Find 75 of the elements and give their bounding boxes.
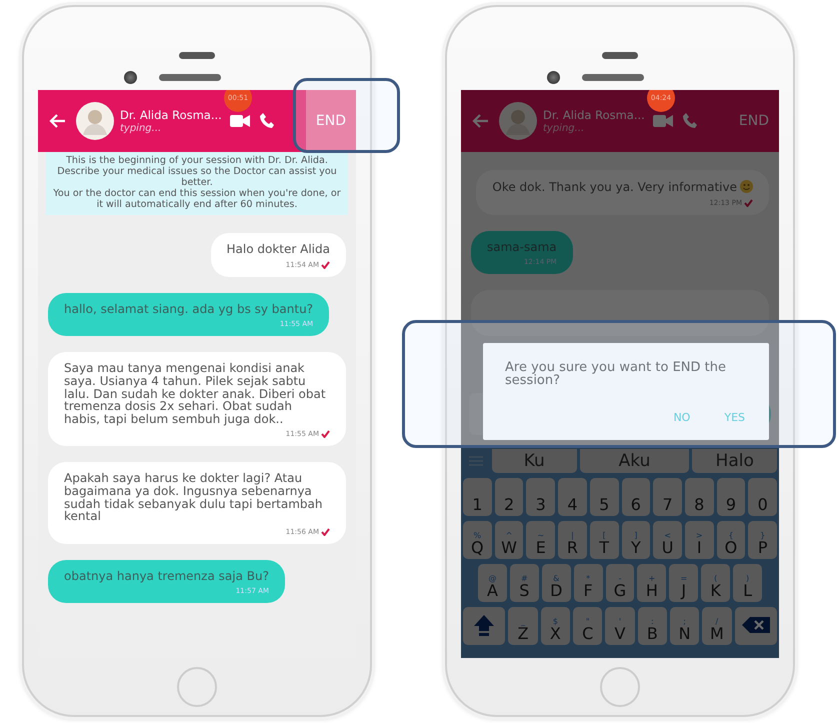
doctor-name: Dr. Alida Rosma... [120, 108, 222, 123]
keyboard-key[interactable]: 6 [622, 478, 650, 516]
keyboard-key[interactable]: [ T [590, 521, 619, 559]
message-text: hallo, selamat siang. ada yg bs sy bantu? [64, 302, 314, 316]
suggestion-key[interactable]: Ku [492, 449, 577, 473]
phone-icon[interactable] [260, 113, 274, 129]
keyboard-key[interactable]: ~ E [526, 521, 556, 559]
keyboard-key[interactable]: ^ W [494, 521, 524, 559]
suggestion-key[interactable]: Halo [692, 449, 777, 473]
earpiece [582, 74, 644, 81]
back-arrow-icon[interactable] [48, 113, 66, 129]
video-camera-icon[interactable] [230, 114, 250, 128]
keyboard-key[interactable]: 2 [494, 478, 524, 516]
shift-key[interactable] [463, 607, 506, 645]
keyboard-key[interactable]: 4 [558, 478, 587, 516]
keyboard-key[interactable]: + H [637, 564, 666, 602]
camera-lens [546, 71, 560, 84]
keyboard-key[interactable]: & D [542, 564, 571, 602]
message-text: obatnya hanya tremenza saja Bu? [64, 570, 269, 582]
keyboard-key[interactable]: 5 [590, 478, 619, 516]
keyboard-key[interactable]: @ A [478, 564, 507, 602]
keyboard-key[interactable]: / M [702, 607, 732, 645]
back-arrow-icon[interactable] [471, 113, 489, 129]
keyboard-key[interactable]: ( K [701, 564, 730, 602]
keyboard-key[interactable]: = J [669, 564, 698, 602]
keyboard-key[interactable]: } P [748, 521, 778, 559]
dialog-button[interactable]: YES [720, 409, 749, 426]
message-text: Saya mau tanya mengenai kondisi anak saya. Usianya 4 tahun. Pilek sejak sabtu lalu. Dan sudah ke dokter anak. Diberi obat tremenza dosis 2x sehari. Obat sudah habis, tapi belum sembuh juga dok.. [64, 362, 327, 426]
keyboard-key[interactable]: ) L [733, 564, 762, 602]
doctor-name: Dr. Alida Rosma... [543, 108, 645, 123]
keyboard-key[interactable]: - G [606, 564, 634, 602]
shift-arrow-icon [473, 614, 496, 636]
keyboard-key[interactable]: { O [716, 521, 746, 559]
speaker-grille [602, 52, 638, 59]
end-session-button[interactable]: END [728, 90, 779, 152]
speaker-grille [179, 52, 215, 59]
keyboard-key[interactable]: 3 [526, 478, 556, 516]
session-notice: This is the beginning of your session with Dr. Dr. Alida. Describe your medical issues so the Doctor can assist you better. You or the doctor can end this session when you're done, or it will automatically end after 60 minutes. [46, 152, 348, 216]
home-button[interactable] [600, 666, 640, 706]
backspace-icon [742, 616, 770, 632]
end-session-button[interactable]: END [306, 90, 356, 152]
earpiece [158, 74, 220, 81]
keyboard-key[interactable]: # S [510, 564, 539, 602]
keyboard-key[interactable]: 9 [716, 478, 746, 516]
keyboard-key[interactable]: 1 [463, 478, 492, 516]
keyboard-key[interactable]: ] Y [622, 521, 650, 559]
typing-status: typing... [543, 122, 586, 134]
camera-lens [124, 71, 136, 84]
keyboard-key[interactable]: 0 [748, 478, 778, 516]
keyboard-key[interactable]: 8 [684, 478, 714, 516]
suggestion-key[interactable]: Aku [580, 449, 690, 473]
keyboard-key[interactable]: | R [558, 521, 587, 559]
message-text: Oke dok. Thank you ya. Very informative [492, 180, 753, 194]
home-button[interactable] [177, 666, 217, 706]
keyboard-key[interactable]: ' V [605, 607, 635, 645]
keyboard-key[interactable]: : B [638, 607, 667, 645]
keyboard-key[interactable]: < U [653, 521, 682, 559]
video-camera-icon[interactable] [652, 114, 673, 128]
dialog-button[interactable]: NO [669, 409, 694, 426]
keyboard-key[interactable]: * F [574, 564, 603, 602]
typing-status: typing... [120, 122, 162, 134]
phone-icon[interactable] [682, 113, 697, 129]
message-text: Apakah saya harus ke dokter lagi? Atau bagaimana ya dok. Ingusnya sebenarnya sudah tidak sebanyak dulu tapi bertambah kental [64, 472, 324, 523]
avatar-icon [76, 102, 114, 140]
keyboard-key[interactable]: ; N [670, 607, 700, 645]
avatar-icon [499, 102, 537, 140]
keyboard-key[interactable]: > I [684, 521, 714, 559]
message-text: Halo dokter Alida [226, 243, 330, 256]
backspace-key[interactable] [734, 607, 778, 645]
keyboard-key[interactable]: _ Z [508, 607, 538, 645]
keyboard-key[interactable]: 7 [653, 478, 682, 516]
dialog-message: Are you sure you want to END the session? [505, 361, 727, 387]
keyboard-key[interactable]: " C [573, 607, 602, 645]
keyboard-key[interactable]: % Q [463, 521, 492, 559]
keyboard-key[interactable]: $ X [540, 607, 570, 645]
